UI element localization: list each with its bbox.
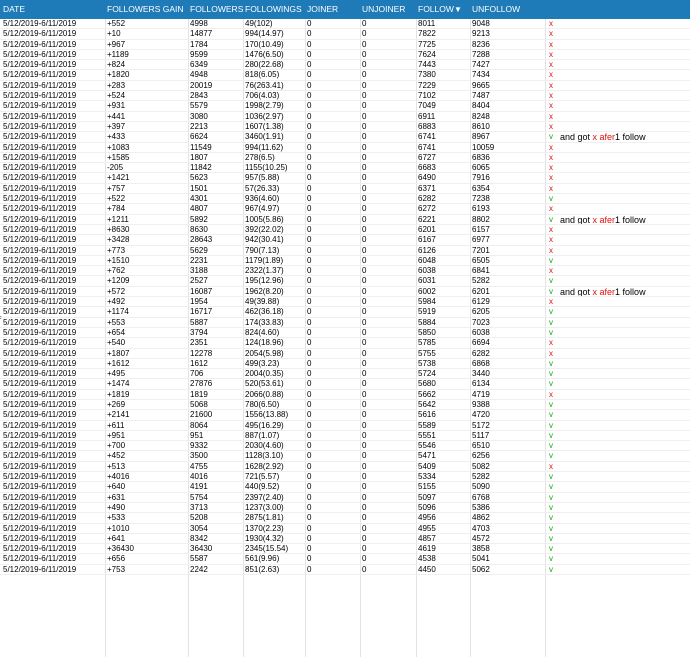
table-row[interactable]: 5/12/2019-6/11/2019 +631 5754 2397(2.40) 0 0 5…	[0, 493, 690, 503]
table-row[interactable]: 5/12/2019-6/11/2019 +773 5629 790(7.13) 0 0 61…	[0, 246, 690, 256]
table-row[interactable]: 5/12/2019-6/11/2019 +1174 16717 462(36.18) 0…	[0, 307, 690, 318]
table-row[interactable]: 5/12/2019-6/11/2019 +433 6624 3460(1.91) 0 0 6…	[0, 132, 690, 143]
table-row[interactable]: 5/12/2019-6/11/2019 -205 11842 1155(10.25) 0…	[0, 163, 690, 174]
table-row[interactable]: 5/12/2019-6/11/2019 +533 5208 2875(1.81) 0 0 4…	[0, 513, 690, 524]
table-row[interactable]: 5/12/2019-6/11/2019 +2141 21600 1556(13.88)…	[0, 410, 690, 421]
table-row[interactable]: 5/12/2019-6/11/2019 +1189 9599 1476(6.50) 0 0…	[0, 50, 690, 61]
table-row[interactable]: 5/12/2019-6/11/2019 +753 2242 851(2.63) 0 0 44…	[0, 565, 690, 576]
table-row[interactable]: 5/12/2019-6/11/2019 +1510 2231 1179(1.89) 0 0…	[0, 256, 690, 267]
table-row[interactable]: 5/12/2019-6/11/2019 +452 3500 1128(3.10) 0 0 5…	[0, 451, 690, 462]
table-row[interactable]: 5/12/2019-6/11/2019 +1209 2527 195(12.96) 0 0…	[0, 276, 690, 287]
table-row[interactable]: 5/12/2019-6/11/2019 +1819 1819 2066(0.88) 0 0…	[0, 390, 690, 400]
table-row[interactable]: 5/12/2019-6/11/2019 +572 16087 1962(8.20) 0 0…	[0, 287, 690, 298]
table-row[interactable]: 5/12/2019-6/11/2019 +641 8342 1930(4.32) 0 0 4…	[0, 534, 690, 545]
row-divider	[0, 574, 690, 576]
table-row[interactable]: 5/12/2019-6/11/2019 +1820 4948 818(6.05) 0 0 7…	[0, 70, 690, 81]
table-row[interactable]: 5/12/2019-6/11/2019 +8630 8630 392(22.02) 0 0…	[0, 225, 690, 236]
header-followers[interactable]: FOLLOWERS	[190, 4, 243, 14]
table-row[interactable]: 5/12/2019-6/11/2019 +1474 27876 520(53.61) 0…	[0, 379, 690, 390]
table-row[interactable]: 5/12/2019-6/11/2019 +640 4191 440(9.52) 0 0 51…	[0, 482, 690, 493]
table-row[interactable]: 5/12/2019-6/11/2019 +967 1784 170(10.49) 0 0 7…	[0, 40, 690, 50]
table-row[interactable]: 5/12/2019-6/11/2019 +1807 12278 2054(5.98) 0…	[0, 349, 690, 359]
table-row[interactable]: 5/12/2019-6/11/2019 +397 2213 1607(1.38) 0 0 6…	[0, 122, 690, 133]
table-header: DATE FOLLOWERS GAIN FOLLOWERS FOLLOWINGS…	[0, 0, 690, 19]
table-row[interactable]: 5/12/2019-6/11/2019 +1585 1807 278(6.5) 0 0 67…	[0, 153, 690, 164]
table-row[interactable]: 5/12/2019-6/11/2019 +1083 11549 994(11.62) 0…	[0, 143, 690, 153]
table-row[interactable]: 5/12/2019-6/11/2019 +1421 5623 957(5.88) 0 0 6…	[0, 173, 690, 184]
header-follow[interactable]: FOLLOW	[418, 4, 454, 14]
table-row[interactable]: 5/12/2019-6/11/2019 +1010 3054 1370(2.23) 0 0…	[0, 524, 690, 534]
table-row[interactable]: 5/12/2019-6/11/2019 +10 14877 994(14.97) 0 0 7…	[0, 29, 690, 40]
table-row[interactable]: 5/12/2019-6/11/2019 +492 1954 49(39.88) 0 0 59…	[0, 297, 690, 308]
header-date[interactable]: DATE	[3, 4, 25, 14]
table-row[interactable]: 5/12/2019-6/11/2019 +931 5579 1998(2.79) 0 0 7…	[0, 101, 690, 112]
table-row[interactable]: 5/12/2019-6/11/2019 +441 3080 1036(2.97) 0 0 6…	[0, 112, 690, 122]
table-row[interactable]: 5/12/2019-6/11/2019 +654 3794 824(4.60) 0 0 58…	[0, 328, 690, 339]
header-followers-gain[interactable]: FOLLOWERS GAIN	[107, 4, 184, 14]
table-row[interactable]: 5/12/2019-6/11/2019 +757 1501 57(26.33) 0 0 63…	[0, 184, 690, 195]
table-row[interactable]: 5/12/2019-6/11/2019 +1211 5892 1005(5.86) 0 0…	[0, 215, 690, 225]
header-followings[interactable]: FOLLOWINGS	[245, 4, 302, 14]
table-row[interactable]: 5/12/2019-6/11/2019 +552 4998 49(102) 0 0 8011…	[0, 19, 690, 30]
table-row[interactable]: 5/12/2019-6/11/2019 +513 4755 1628(2.92) 0 0 5…	[0, 462, 690, 473]
table-row[interactable]: 5/12/2019-6/11/2019 +762 3188 2322(1.37) 0 0 6…	[0, 266, 690, 277]
table-row[interactable]: 5/12/2019-6/11/2019 +522 4301 936(4.60) 0 0 62…	[0, 194, 690, 205]
table-row[interactable]: 5/12/2019-6/11/2019 +3428 28643 942(30.41) 0…	[0, 235, 690, 246]
table-row[interactable]: 5/12/2019-6/11/2019 +540 2351 124(18.96) 0 0 5…	[0, 338, 690, 349]
table-row[interactable]: 5/12/2019-6/11/2019 +36430 36430 2345(15.54…	[0, 544, 690, 555]
table-row[interactable]: 5/12/2019-6/11/2019 +490 3713 1237(3.00) 0 0 5…	[0, 503, 690, 514]
filter-icon[interactable]: ▼	[454, 5, 462, 14]
header-unfollow[interactable]: UNFOLLOW	[472, 4, 520, 14]
table-row[interactable]: 5/12/2019-6/11/2019 +611 8064 495(16.29) 0 0 5…	[0, 421, 690, 431]
table-row[interactable]: 5/12/2019-6/11/2019 +283 20019 76(263.41) 0 0…	[0, 81, 690, 92]
table-body: 5/12/2019-6/11/2019 +552 4998 49(102) 0 0 8011…	[0, 19, 690, 576]
table-row[interactable]: 5/12/2019-6/11/2019 +524 2843 706(4.03) 0 0 71…	[0, 91, 690, 102]
table-row[interactable]: 5/12/2019-6/11/2019 +951 951 887(1.07) 0 0 555…	[0, 431, 690, 442]
table-row[interactable]: 5/12/2019-6/11/2019 +784 4807 967(4.97) 0 0 62…	[0, 204, 690, 215]
table-row[interactable]: 5/12/2019-6/11/2019 +700 9332 2030(4.60) 0 0 5…	[0, 441, 690, 452]
table-row[interactable]: 5/12/2019-6/11/2019 +553 5887 174(33.83) 0 0 5…	[0, 318, 690, 328]
table-row[interactable]: 5/12/2019-6/11/2019 +269 5068 780(6.50) 0 0 56…	[0, 400, 690, 411]
table-row[interactable]: 5/12/2019-6/11/2019 +656 5587 561(9.96) 0 0 45…	[0, 554, 690, 565]
header-joiner[interactable]: JOINER	[307, 4, 338, 14]
table-row[interactable]: 5/12/2019-6/11/2019 +1612 1612 499(3.23) 0 0 5…	[0, 359, 690, 370]
table-row[interactable]: 5/12/2019-6/11/2019 +824 6349 280(22.68) 0 0 7…	[0, 60, 690, 71]
header-unjoiner[interactable]: UNJOINER	[362, 4, 405, 14]
table-row[interactable]: 5/12/2019-6/11/2019 +495 706 2004(0.35) 0 0 57…	[0, 369, 690, 380]
table-row[interactable]: 5/12/2019-6/11/2019 +4016 4016 721(5.57) 0 0 5…	[0, 472, 690, 483]
